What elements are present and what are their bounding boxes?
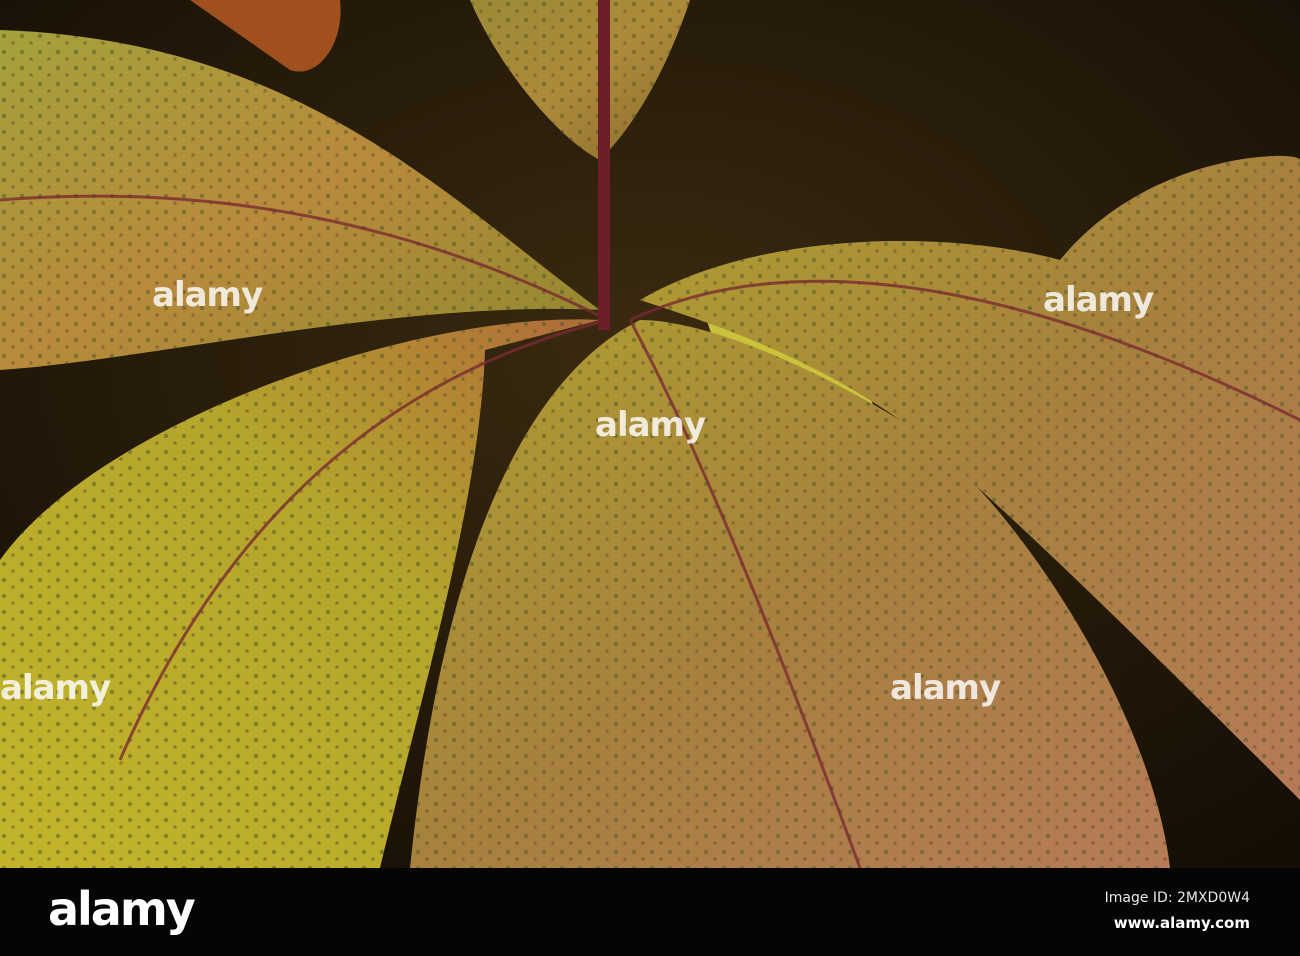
watermark: alamy <box>152 275 263 315</box>
watermark: alamy <box>0 668 111 708</box>
stock-photo-frame: alamy alamy alamy alamy alamy alamy Imag… <box>0 0 1300 956</box>
footer-bar: alamy Image ID: 2MXD0W4 www.alamy.com <box>0 868 1300 956</box>
watermark: alamy <box>890 668 1001 708</box>
alamy-logo: alamy <box>48 882 196 936</box>
site-url: www.alamy.com <box>1113 914 1250 932</box>
watermark: alamy <box>595 405 706 445</box>
image-id: Image ID: 2MXD0W4 <box>1104 890 1250 906</box>
watermark: alamy <box>1043 280 1154 320</box>
stem <box>598 0 610 330</box>
